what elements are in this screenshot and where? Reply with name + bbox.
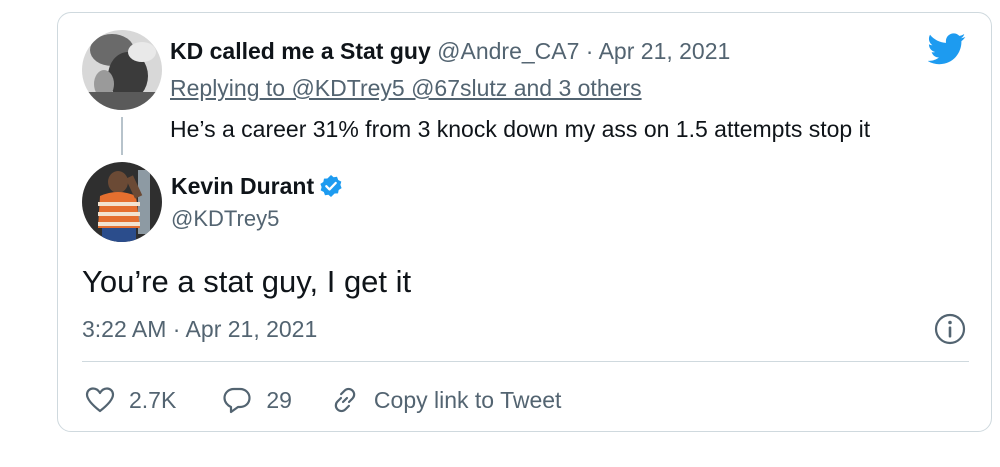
reply-bubble-icon bbox=[223, 387, 251, 414]
like-count: 2.7K bbox=[129, 386, 177, 413]
quoted-tweet-header: KD called me a Stat guy @Andre_CA7 · Apr… bbox=[170, 36, 730, 66]
verified-badge-icon bbox=[319, 174, 343, 198]
copy-link-button[interactable]: Copy link to Tweet bbox=[330, 385, 562, 415]
avatar-image bbox=[82, 162, 162, 242]
heart-icon bbox=[85, 387, 115, 413]
tweet-author[interactable]: Kevin Durant bbox=[171, 172, 343, 200]
avatar-kevin-durant[interactable] bbox=[82, 162, 162, 242]
tweet-actions: 2.7K 29 Copy link to Tweet bbox=[82, 383, 561, 417]
replying-to-link[interactable]: Replying to @KDTrey5 @67slutz and 3 othe… bbox=[170, 75, 642, 101]
embedded-tweet-card[interactable]: KD called me a Stat guy @Andre_CA7 · Apr… bbox=[57, 12, 992, 432]
avatar-image bbox=[82, 30, 162, 110]
twitter-bird-icon[interactable] bbox=[928, 33, 966, 65]
thread-connector bbox=[121, 117, 123, 155]
quoted-handle[interactable]: @Andre_CA7 bbox=[437, 38, 579, 64]
tweet-text: You’re a stat guy, I get it bbox=[82, 264, 412, 299]
header-separator: · bbox=[585, 38, 594, 64]
reply-count: 29 bbox=[266, 386, 292, 413]
tweet-timestamp[interactable]: 3:22 AM · Apr 21, 2021 bbox=[82, 314, 317, 344]
like-button[interactable]: 2.7K bbox=[85, 386, 176, 414]
replying-to: Replying to @KDTrey5 @67slutz and 3 othe… bbox=[170, 73, 642, 103]
author-handle[interactable]: @KDTrey5 bbox=[171, 205, 279, 233]
quoted-tweet-text: He’s a career 31% from 3 knock down my a… bbox=[170, 116, 871, 142]
author-display-name[interactable]: Kevin Durant bbox=[171, 172, 314, 200]
quoted-date[interactable]: Apr 21, 2021 bbox=[599, 38, 731, 64]
copy-link-label: Copy link to Tweet bbox=[373, 386, 562, 413]
divider bbox=[82, 361, 969, 362]
link-icon bbox=[334, 387, 356, 413]
reply-button[interactable]: 29 bbox=[222, 385, 292, 415]
quoted-display-name[interactable]: KD called me a Stat guy bbox=[170, 38, 431, 64]
info-icon[interactable] bbox=[933, 312, 967, 346]
avatar-andre[interactable] bbox=[82, 30, 162, 110]
